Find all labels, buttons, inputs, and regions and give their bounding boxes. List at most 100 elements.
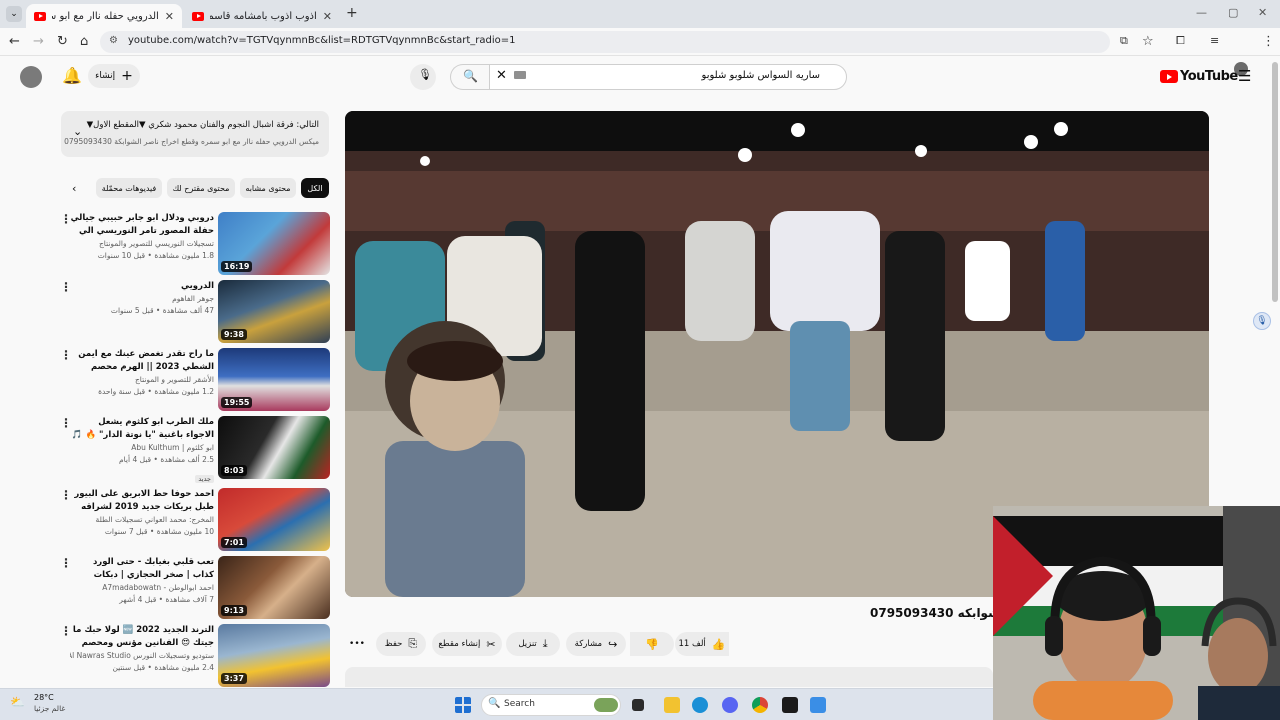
video-thumbnail[interactable]: 16:19	[218, 212, 330, 275]
weather-widget[interactable]: ⛅ 28°C غالم جزئيا	[10, 693, 100, 717]
chip-recommended[interactable]: محتوى مقترح لك	[167, 178, 235, 198]
close-icon[interactable]: ✕	[323, 10, 332, 23]
browser-tab-active[interactable]: الدرويي حفله ناار مع ابو سمرة ✕	[26, 4, 182, 28]
chip-uploaded[interactable]: فيديوهات محمّلة	[96, 178, 162, 198]
video-thumbnail[interactable]: 8:03	[218, 416, 330, 479]
forward-icon[interactable]: →	[33, 34, 44, 49]
maximize-icon[interactable]: ▢	[1228, 6, 1238, 19]
channel-name[interactable]: ستوديو وتسجيلات النورس Al Nawras Studio	[70, 650, 214, 662]
account-avatar[interactable]	[20, 66, 42, 88]
video-thumbnail[interactable]: 19:55	[218, 348, 330, 411]
home-icon[interactable]: ⌂	[80, 34, 88, 49]
hamburger-menu-icon[interactable]: ☰	[1238, 67, 1251, 85]
youtube-logo[interactable]: YouTube JO	[1160, 69, 1245, 84]
more-vert-icon[interactable]: ⋮	[60, 416, 72, 430]
app-icon[interactable]	[810, 697, 826, 713]
playlist-up-next-panel[interactable]: ⌄ التالي: فرقة اشبال النجوم والفنان محمو…	[61, 111, 329, 157]
video-thumbnail[interactable]: 7:01	[218, 488, 330, 551]
site-info-icon[interactable]: ⚙	[109, 35, 118, 46]
more-vert-icon[interactable]: ⋮	[60, 624, 72, 638]
channel-name[interactable]: تسجيلات النوريسي للتصوير والمونتاج	[70, 238, 214, 250]
clip-button[interactable]: إنشاء مقطع ✂	[432, 632, 502, 656]
new-tab-button[interactable]: +	[346, 5, 358, 21]
chevron-left-icon[interactable]: ‹	[72, 182, 76, 195]
browser-menu-icon[interactable]: ⋮	[1262, 34, 1275, 49]
dislike-button[interactable]: 👎	[630, 632, 674, 656]
page-scrollbar[interactable]	[1272, 62, 1278, 302]
share-button[interactable]: مشاركة ↪	[566, 632, 626, 656]
search-button[interactable]: 🔍	[450, 64, 490, 90]
more-vert-icon[interactable]: ⋮	[60, 556, 72, 570]
notifications-bell-icon[interactable]: 🔔	[62, 66, 82, 85]
chrome-icon[interactable]	[752, 697, 768, 713]
channel-name[interactable]: جوهر الفاهوم	[70, 293, 214, 305]
list-item[interactable]: 16:19 دروبي ودلال ابو جابر حبيبي جيالي ح…	[60, 212, 330, 276]
more-vert-icon[interactable]: ⋮	[60, 212, 72, 226]
task-view-icon[interactable]	[632, 699, 644, 711]
video-meta: 1.8 مليون مشاهدة • قبل 10 سنوات	[97, 251, 214, 260]
bookmark-star-icon[interactable]: ☆	[1142, 34, 1154, 49]
list-item[interactable]: 19:55 ما راح تقدر تغمض عينك مع ايمن الشط…	[60, 348, 330, 412]
video-title[interactable]: تعب قلبي بغيابك - حتى الورد كذاب | صخر ا…	[70, 556, 214, 582]
app-icon[interactable]	[782, 697, 798, 713]
browser-toolbar: ← → ↻ ⌂ ⚙ youtube.com/watch?v=TGTVqynmnB…	[0, 28, 1280, 76]
close-icon[interactable]: ✕	[165, 10, 174, 23]
video-thumbnail[interactable]: 9:38	[218, 280, 330, 343]
assistant-mic-icon[interactable]: 🎙	[1253, 312, 1271, 330]
back-icon[interactable]: ←	[9, 34, 20, 49]
browser-tab-strip: ⌄ الدرويي حفله ناار مع ابو سمرة ✕ اذوب أ…	[0, 0, 1280, 28]
video-thumbnail[interactable]: 9:13	[218, 556, 330, 619]
file-explorer-icon[interactable]	[664, 697, 680, 713]
video-title[interactable]: الدرويي	[70, 280, 214, 293]
taskbar-search[interactable]: 🔍 Search	[481, 694, 621, 716]
chip-all[interactable]: الكل	[301, 178, 329, 198]
like-button[interactable]: 11 ألف 👍	[675, 632, 729, 656]
tab-list-button[interactable]: ⌄	[6, 6, 22, 22]
chip-similar[interactable]: محتوى مشابه	[240, 178, 296, 198]
video-title[interactable]: ما راح تقدر تغمض عينك مع ايمن الشطي 2023…	[70, 348, 214, 374]
channel-name[interactable]: الأشقر للتصوير و المونتاج	[70, 374, 214, 386]
download-button[interactable]: تنزيل ⤓	[506, 632, 560, 656]
scissors-icon: ✂	[486, 637, 496, 651]
install-app-icon[interactable]: ⧉	[1120, 34, 1128, 48]
video-title[interactable]: احمد حوفا حط الابريق على البيور طبل بريك…	[70, 488, 214, 514]
edge-icon[interactable]	[692, 697, 708, 713]
discord-icon[interactable]	[722, 697, 738, 713]
address-bar[interactable]: ⚙ youtube.com/watch?v=TGTVqynmnBc&list=R…	[100, 31, 1110, 53]
video-meta: 10 مليون مشاهدة • قبل 7 سنوات	[104, 527, 214, 536]
channel-name[interactable]: ابو كلثوم | Abu Kulthum	[70, 442, 214, 454]
youtube-play-icon	[1160, 70, 1178, 83]
voice-search-button[interactable]: 🎙	[410, 64, 436, 90]
list-item[interactable]: 7:01 احمد حوفا حط الابريق على البيور طبل…	[60, 488, 330, 552]
reload-icon[interactable]: ↻	[57, 34, 68, 49]
list-item[interactable]: 9:13 تعب قلبي بغيابك - حتى الورد كذاب | …	[60, 556, 330, 620]
extensions-icon[interactable]: ⧠	[1176, 34, 1185, 48]
minimize-icon[interactable]: —	[1196, 6, 1207, 19]
list-item[interactable]: 9:38 الدرويي جوهر الفاهوم 47 ألف مشاهدة …	[60, 280, 330, 344]
media-controls-icon[interactable]: ≡	[1210, 34, 1219, 47]
description-box[interactable]	[345, 667, 993, 687]
channel-name[interactable]: احمد ابوالوطن - A7madabowatn	[70, 582, 214, 594]
list-item[interactable]: 3:37 الترند الجديد 2022 🆕 لولا حبك ما جي…	[60, 624, 330, 688]
video-thumbnail[interactable]: 3:37	[218, 624, 330, 687]
close-window-icon[interactable]: ✕	[1258, 6, 1267, 19]
more-actions-button[interactable]: •••	[345, 632, 369, 656]
video-title[interactable]: الترند الجديد 2022 🆕 لولا حبك ما جيتك 😍 …	[70, 624, 214, 650]
keyboard-icon[interactable]	[514, 71, 526, 79]
clear-search-icon[interactable]: ✕	[496, 68, 507, 83]
search-input[interactable]: ✕ ساريه السواس شلوبو شلوبو	[489, 64, 847, 90]
browser-tab[interactable]: اذوب أذوب بامشامه قاسم السلطان ✕	[184, 4, 340, 28]
create-button[interactable]: إنشاء +	[88, 64, 140, 88]
duration-badge: 3:37	[221, 673, 247, 684]
more-vert-icon[interactable]: ⋮	[60, 280, 72, 294]
list-item[interactable]: 8:03 ملك الطرب ابو كلثوم يشعل الاجواء با…	[60, 416, 330, 483]
video-title[interactable]: دروبي ودلال ابو جابر حبيبي جيالي حفلة ال…	[70, 212, 214, 238]
more-vert-icon[interactable]: ⋮	[60, 348, 72, 362]
more-vert-icon[interactable]: ⋮	[60, 488, 72, 502]
save-button[interactable]: حفظ ⎘	[376, 632, 426, 656]
video-title[interactable]: ملك الطرب ابو كلثوم يشعل الاجواء باغنية …	[70, 416, 214, 442]
start-button[interactable]	[455, 697, 471, 713]
channel-name[interactable]: المخرج: محمد العواني تسجيلات الطلة	[70, 514, 214, 526]
download-label: تنزيل	[518, 639, 537, 649]
up-next-subtitle: ميكس الدرويي حفله ناار مع ابو سمره وقطع …	[64, 137, 319, 146]
